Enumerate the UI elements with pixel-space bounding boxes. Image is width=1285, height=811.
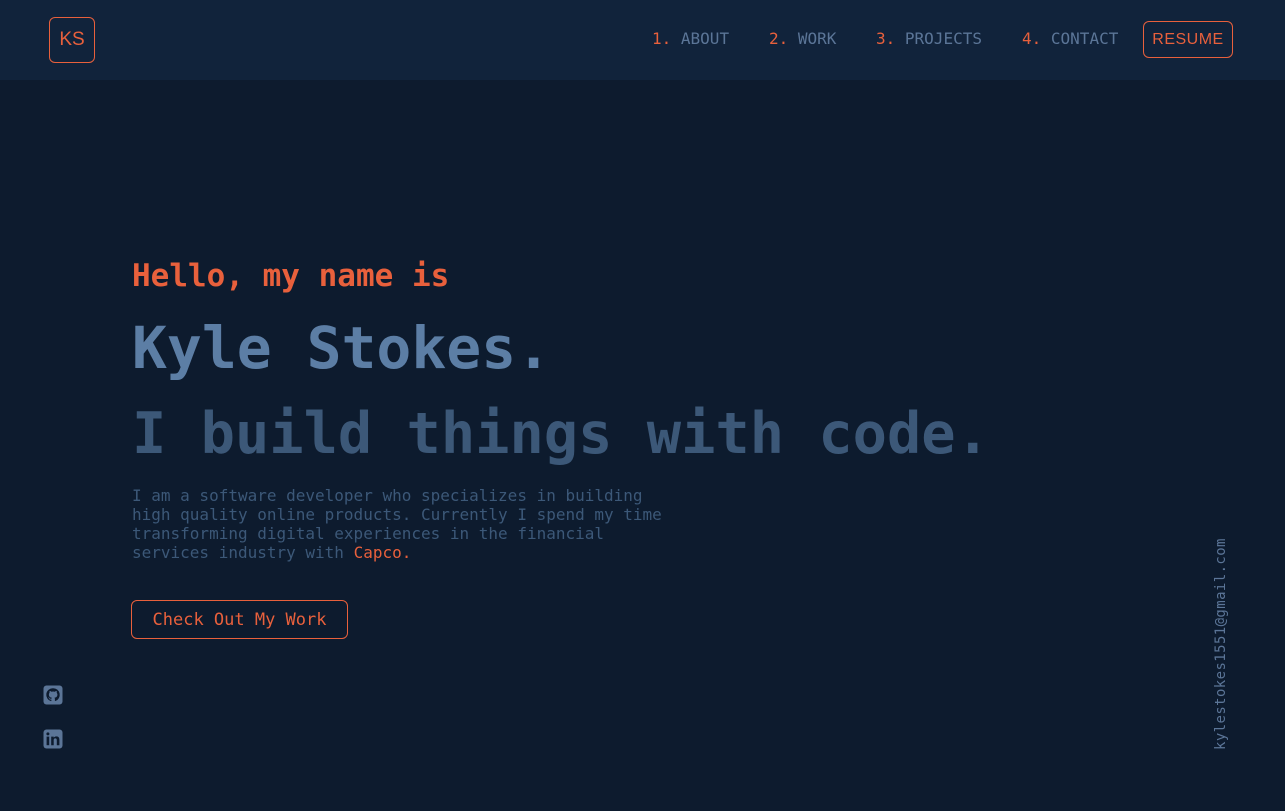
hero-name: Kyle Stokes. [132, 314, 552, 382]
hero-intro: Hello, my name is [132, 258, 450, 294]
email-link[interactable]: kylestokes1551@gmail.com [1213, 538, 1229, 750]
nav-number: 1. [652, 29, 672, 48]
capco-link[interactable]: Capco [354, 543, 402, 562]
nav-item-contact[interactable]: 4. CONTACT [1022, 29, 1118, 48]
nav-item-about[interactable]: 1. ABOUT [652, 29, 729, 48]
hero-tagline: I build things with code. [132, 401, 990, 467]
nav-label: PROJECTS [904, 29, 982, 48]
hero-description: I am a software developer who specialize… [132, 486, 672, 562]
nav-number: 2. [769, 29, 789, 48]
nav-item-work[interactable]: 2. WORK [769, 29, 836, 48]
nav-number: 3. [876, 29, 896, 48]
github-icon[interactable] [43, 685, 63, 705]
description-period: . [401, 543, 412, 562]
nav-label: WORK [797, 29, 837, 48]
linkedin-icon[interactable] [43, 729, 63, 749]
resume-button[interactable]: RESUME [1143, 21, 1233, 58]
nav-label: ABOUT [680, 29, 730, 48]
check-out-work-button[interactable]: Check Out My Work [131, 600, 348, 639]
nav-label: CONTACT [1050, 29, 1119, 48]
nav-item-projects[interactable]: 3. PROJECTS [876, 29, 982, 48]
nav-number: 4. [1022, 29, 1042, 48]
top-nav-bar: KS 1. ABOUT 2. WORK 3. PROJECTS 4. CONTA… [0, 0, 1285, 80]
logo[interactable]: KS [49, 17, 95, 63]
